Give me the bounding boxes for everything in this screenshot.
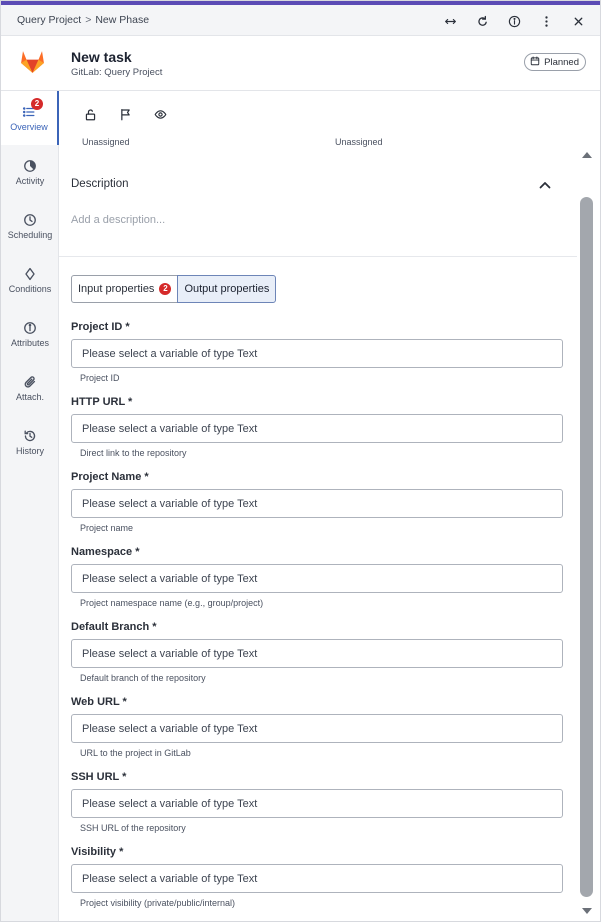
tab-label: Input properties xyxy=(78,283,155,295)
breadcrumb-parent[interactable]: Query Project xyxy=(17,14,81,26)
tab-badge: 2 xyxy=(159,283,172,295)
flag-icon[interactable] xyxy=(116,105,134,123)
breadcrumb-separator: > xyxy=(85,14,92,26)
sidebar-item-attributes[interactable]: Attributes xyxy=(1,307,59,361)
sidebar-item-attachments[interactable]: Attach. xyxy=(1,361,59,415)
tab-label: Output properties xyxy=(184,283,270,295)
info-icon[interactable] xyxy=(503,10,526,32)
history-icon xyxy=(23,429,37,443)
paperclip-icon xyxy=(23,375,37,389)
breadcrumb-current: New Phase xyxy=(95,14,150,26)
status-label: Planned xyxy=(544,56,579,68)
assignee-right[interactable]: Unassigned xyxy=(335,137,383,147)
section-divider xyxy=(59,256,577,257)
sidebar: 2 Overview Activity Scheduling Condition… xyxy=(1,91,59,921)
eye-icon[interactable] xyxy=(151,105,169,123)
field-default-branch: Default Branch * Default branch of the r… xyxy=(71,621,563,683)
sidebar-item-label: Overview xyxy=(10,122,48,132)
task-subtitle: GitLab: Query Project xyxy=(71,67,163,78)
sidebar-item-label: Activity xyxy=(15,176,45,186)
breadcrumb-bar: Query Project > New Phase xyxy=(1,5,600,36)
sidebar-item-label: Conditions xyxy=(8,284,52,294)
sidebar-item-label: Attributes xyxy=(10,338,50,348)
task-panel: Query Project > New Phase New task GitLa… xyxy=(0,0,601,922)
project-id-input[interactable] xyxy=(71,339,563,368)
task-header: New task GitLab: Query Project Planned xyxy=(1,36,600,91)
task-toolbar xyxy=(81,105,169,123)
more-vertical-icon[interactable] xyxy=(535,10,558,32)
close-icon[interactable] xyxy=(567,10,590,32)
field-label: Project Name * xyxy=(71,471,149,483)
default-branch-input[interactable] xyxy=(71,639,563,668)
field-project-name: Project Name * Project name xyxy=(71,471,563,533)
sidebar-item-scheduling[interactable]: Scheduling xyxy=(1,199,59,253)
field-label: Visibility * xyxy=(71,846,124,858)
sidebar-item-label: Attach. xyxy=(15,392,44,402)
field-help: Direct link to the repository xyxy=(80,448,187,458)
refresh-icon[interactable] xyxy=(471,10,494,32)
field-label: Default Branch * xyxy=(71,621,157,633)
status-badge[interactable]: Planned xyxy=(524,53,586,71)
overview-content: Unassigned Unassigned Description Add a … xyxy=(59,91,577,921)
field-namespace: Namespace * Project namespace name (e.g.… xyxy=(71,546,563,608)
scroll-down-arrow-icon[interactable] xyxy=(580,905,594,917)
field-help: Project namespace name (e.g., group/proj… xyxy=(80,598,264,608)
clock-icon xyxy=(23,213,37,227)
pie-chart-icon xyxy=(23,159,37,173)
ssh-url-input[interactable] xyxy=(71,789,563,818)
unlock-icon[interactable] xyxy=(81,105,99,123)
field-label: Project ID * xyxy=(71,321,130,333)
project-name-input[interactable] xyxy=(71,489,563,518)
breadcrumb: Query Project > New Phase xyxy=(17,14,149,26)
field-label: Web URL * xyxy=(71,696,127,708)
scrollbar[interactable] xyxy=(578,91,600,921)
calendar-icon xyxy=(530,55,540,69)
description-title: Description xyxy=(71,178,129,190)
field-label: HTTP URL * xyxy=(71,396,133,408)
field-help: Project ID xyxy=(80,373,120,383)
field-help: URL to the project in GitLab xyxy=(80,748,191,758)
field-help: Project visibility (private/public/inter… xyxy=(80,898,236,908)
scroll-up-arrow-icon[interactable] xyxy=(580,147,594,159)
sidebar-item-overview[interactable]: 2 Overview xyxy=(1,91,59,145)
field-help: Project name xyxy=(80,523,134,533)
list-icon: 2 xyxy=(22,98,43,119)
description-input[interactable]: Add a description... xyxy=(71,214,165,226)
http-url-input[interactable] xyxy=(71,414,563,443)
visibility-input[interactable] xyxy=(71,864,563,893)
web-url-input[interactable] xyxy=(71,714,563,743)
field-label: SSH URL * xyxy=(71,771,127,783)
field-http-url: HTTP URL * Direct link to the repository xyxy=(71,396,563,458)
field-help: Default branch of the repository xyxy=(80,673,206,683)
assignee-left[interactable]: Unassigned xyxy=(82,137,130,147)
info-icon xyxy=(23,321,37,335)
gitlab-logo-icon xyxy=(18,47,47,76)
overview-badge: 2 xyxy=(31,98,43,110)
expand-icon[interactable] xyxy=(439,10,462,32)
field-label: Namespace * xyxy=(71,546,140,558)
sidebar-item-conditions[interactable]: Conditions xyxy=(1,253,59,307)
header-actions xyxy=(439,10,590,32)
task-title: New task xyxy=(71,49,132,65)
tab-output-properties[interactable]: Output properties xyxy=(177,275,277,303)
field-visibility: Visibility * Project visibility (private… xyxy=(71,846,563,908)
chevron-up-icon[interactable] xyxy=(537,177,553,193)
tab-input-properties[interactable]: Input properties 2 xyxy=(71,275,179,303)
field-ssh-url: SSH URL * SSH URL of the repository xyxy=(71,771,563,833)
namespace-input[interactable] xyxy=(71,564,563,593)
properties-tabs: Input properties 2 Output properties xyxy=(71,275,277,303)
field-project-id: Project ID * Project ID xyxy=(71,321,563,383)
scrollbar-thumb[interactable] xyxy=(580,197,593,897)
diamond-icon xyxy=(23,267,37,281)
sidebar-item-history[interactable]: History xyxy=(1,415,59,469)
sidebar-item-label: History xyxy=(15,446,44,456)
sidebar-item-label: Scheduling xyxy=(7,230,53,240)
sidebar-item-activity[interactable]: Activity xyxy=(1,145,59,199)
field-help: SSH URL of the repository xyxy=(80,823,186,833)
field-web-url: Web URL * URL to the project in GitLab xyxy=(71,696,563,758)
